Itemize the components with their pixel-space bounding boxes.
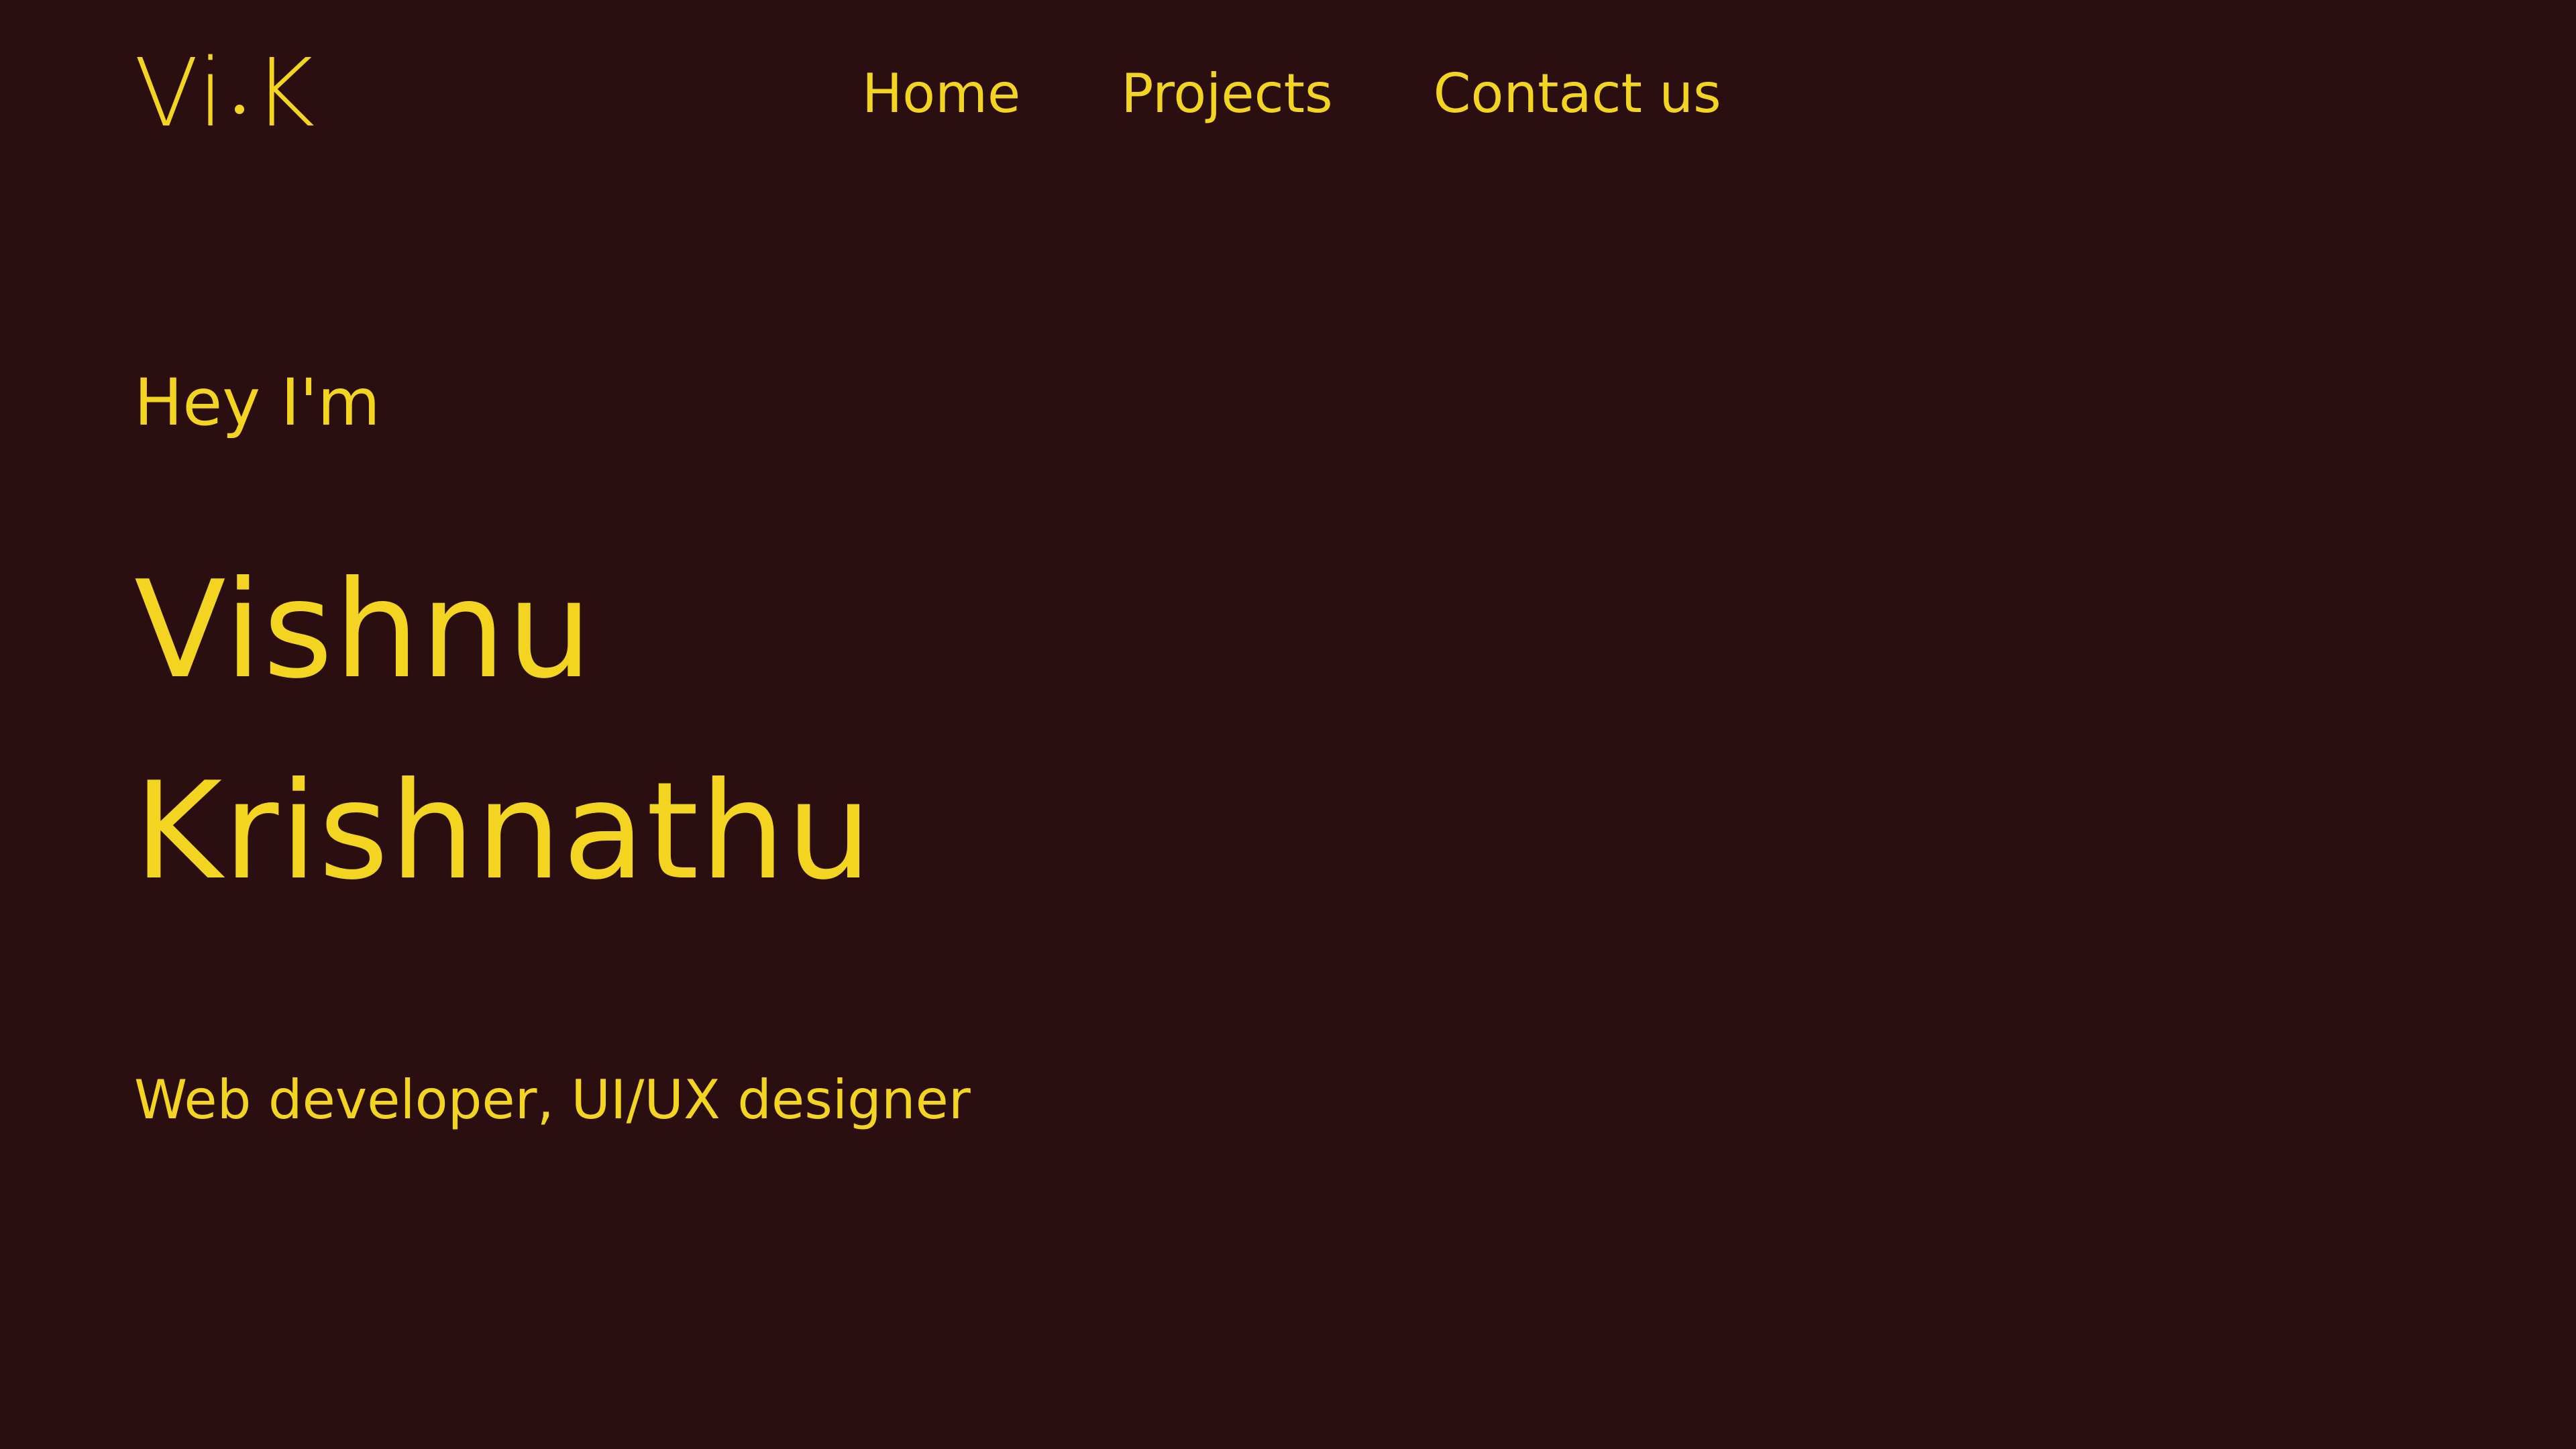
nav-link-home[interactable]: Home <box>862 54 1020 134</box>
site-header: Vi K Home Projects Contact us <box>0 0 2576 188</box>
hero-last-name: Krishnathu <box>134 753 873 910</box>
hero-name: Vishnu Krishnathu <box>134 530 1744 932</box>
logo-text-right: K <box>253 39 317 148</box>
logo-dot <box>234 105 244 114</box>
hero-first-name: Vishnu <box>134 552 594 708</box>
main-nav: Home Projects Contact us <box>862 54 1721 134</box>
nav-link-contact[interactable]: Contact us <box>1434 54 1721 134</box>
site-logo[interactable]: Vi K <box>134 47 316 141</box>
nav-link-projects[interactable]: Projects <box>1121 54 1332 134</box>
hero-greeting: Hey I'm <box>134 365 380 440</box>
hero-role: Web developer, UI/UX designer <box>134 1069 971 1131</box>
hero-section: Hey I'm Vishnu Krishnathu Web developer,… <box>134 349 1744 1140</box>
logo-text-left: Vi <box>134 39 225 148</box>
